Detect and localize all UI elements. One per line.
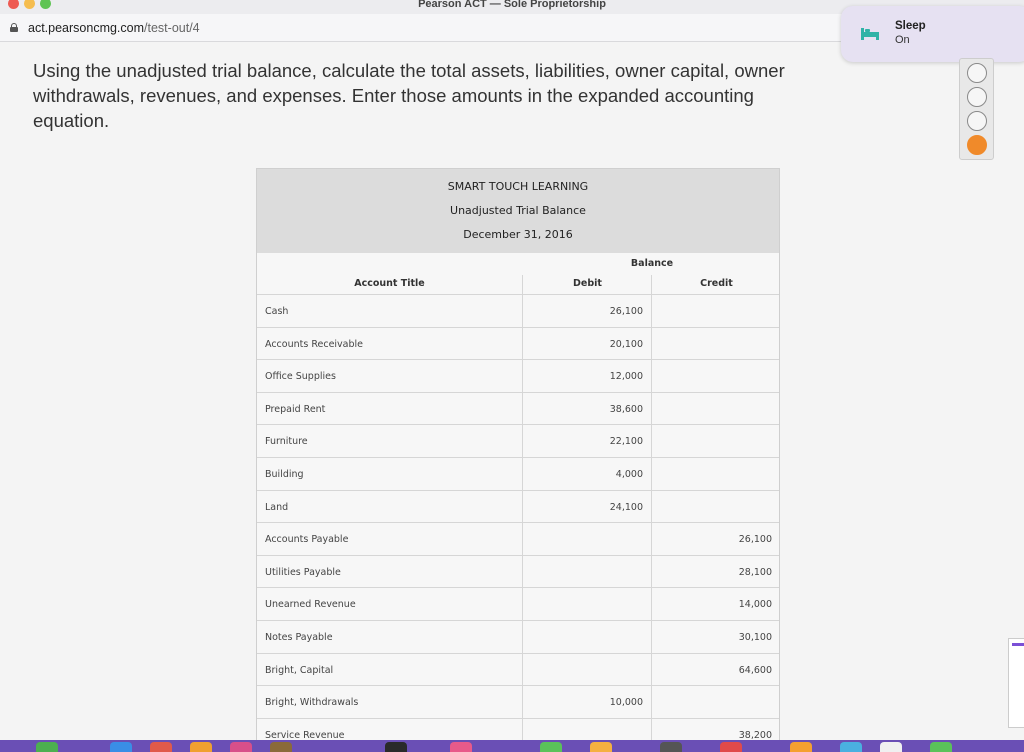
url-host: act.pearsoncmg.com: [28, 21, 145, 35]
answer-options-panel: [959, 58, 994, 160]
dock-app-icon[interactable]: [840, 742, 862, 752]
dock-app-icon[interactable]: [270, 742, 292, 752]
trial-balance-rows: Cash 26,100 Accounts Receivable 20,100 Offic…: [257, 295, 779, 740]
column-headers: Account Title Balance Debit Credit: [257, 253, 779, 295]
dock-app-icon[interactable]: [930, 742, 952, 752]
debit-cell: 26,100: [609, 306, 643, 317]
sleep-status: On: [895, 34, 910, 46]
dock: [0, 740, 1024, 752]
account-title-cell: Cash: [265, 306, 289, 317]
table-row: Utilities Payable 28,100: [257, 555, 779, 589]
debit-cell: 38,600: [609, 403, 643, 415]
sleep-title: Sleep: [895, 20, 926, 32]
debit-cell: 4,000: [615, 468, 643, 480]
credit-cell: 26,100: [738, 534, 772, 546]
table-row: Accounts Receivable 20,100: [257, 327, 779, 361]
answer-option-2[interactable]: [967, 87, 987, 107]
debit-cell: 10,000: [609, 697, 643, 709]
account-title-cell: Prepaid Rent: [265, 403, 326, 415]
dock-app-icon[interactable]: [660, 742, 682, 752]
dock-app-icon[interactable]: [720, 742, 742, 752]
table-row: Furniture 22,100: [257, 425, 779, 458]
credit-cell: 30,100: [738, 631, 772, 643]
account-title-cell: Bright, Capital: [265, 664, 334, 676]
report-date: December 31, 2016: [463, 228, 573, 241]
side-widget[interactable]: [1008, 638, 1024, 728]
dock-app-icon[interactable]: [790, 742, 812, 752]
table-row: Land 24,100: [257, 490, 779, 524]
question-text: Using the unadjusted trial balance, calc…: [33, 60, 785, 131]
answer-option-1[interactable]: [967, 63, 987, 83]
account-title-cell: Utilities Payable: [265, 566, 341, 578]
dock-app-icon[interactable]: [230, 742, 252, 752]
answer-option-3[interactable]: [967, 111, 987, 131]
account-title-cell: Building: [265, 468, 304, 480]
table-row: Bright, Withdrawals 10,000: [257, 686, 779, 719]
table-row: Accounts Payable 26,100: [257, 523, 779, 556]
lock-icon: [10, 23, 18, 32]
debit-cell: 22,100: [609, 436, 643, 448]
table-row: Office Supplies 12,000: [257, 360, 779, 393]
debit-cell: 20,100: [609, 338, 643, 350]
sleep-notification[interactable]: Sleep On: [841, 6, 1024, 62]
dock-app-icon[interactable]: [590, 742, 612, 752]
table-row: Service Revenue 38,200: [257, 718, 779, 740]
credit-header: Credit: [700, 278, 733, 289]
account-title-cell: Unearned Revenue: [265, 599, 356, 611]
account-title-cell: Service Revenue: [265, 729, 345, 740]
account-title-cell: Office Supplies: [265, 371, 336, 383]
trial-balance-table: SMART TOUCH LEARNING Unadjusted Trial Ba…: [256, 168, 780, 740]
trial-balance-header: SMART TOUCH LEARNING Unadjusted Trial Ba…: [257, 169, 779, 253]
dock-app-icon[interactable]: [150, 742, 172, 752]
dock-app-icon[interactable]: [880, 742, 902, 752]
dock-app-icon[interactable]: [190, 742, 212, 752]
credit-cell: 38,200: [738, 729, 772, 740]
account-title-cell: Notes Payable: [265, 631, 333, 643]
credit-cell: 28,100: [738, 566, 772, 578]
account-title-cell: Bright, Withdrawals: [265, 697, 359, 709]
credit-cell: 14,000: [738, 599, 772, 611]
table-row: Prepaid Rent 38,600: [257, 392, 779, 426]
credit-cell: 64,600: [738, 664, 772, 676]
dock-app-icon[interactable]: [540, 742, 562, 752]
company-name: SMART TOUCH LEARNING: [447, 180, 589, 193]
balance-header: Balance: [630, 258, 674, 269]
url-text[interactable]: act.pearsoncmg.com/test-out/4: [28, 21, 200, 35]
debit-header: Debit: [573, 278, 602, 289]
table-row: Cash 26,100: [257, 295, 779, 328]
account-title-cell: Furniture: [265, 436, 308, 448]
table-row: Unearned Revenue 14,000: [257, 588, 779, 621]
account-title-header: Account Title: [354, 278, 425, 289]
table-row: Building 4,000: [257, 457, 779, 491]
table-row: Notes Payable 30,100: [257, 620, 779, 654]
dock-app-icon[interactable]: [385, 742, 407, 752]
account-title-cell: Accounts Receivable: [265, 338, 364, 350]
dock-app-icon[interactable]: [450, 742, 472, 752]
debit-cell: 24,100: [609, 501, 643, 513]
report-name: Unadjusted Trial Balance: [450, 204, 586, 217]
debit-cell: 12,000: [609, 371, 643, 383]
bed-icon: [861, 28, 879, 40]
table-row: Bright, Capital 64,600: [257, 653, 779, 687]
url-path: /test-out/4: [144, 21, 200, 35]
account-title-cell: Land: [265, 501, 289, 513]
account-title-cell: Accounts Payable: [265, 534, 349, 546]
dock-app-icon[interactable]: [36, 742, 58, 752]
dock-app-icon[interactable]: [110, 742, 132, 752]
answer-option-4[interactable]: [967, 135, 987, 155]
